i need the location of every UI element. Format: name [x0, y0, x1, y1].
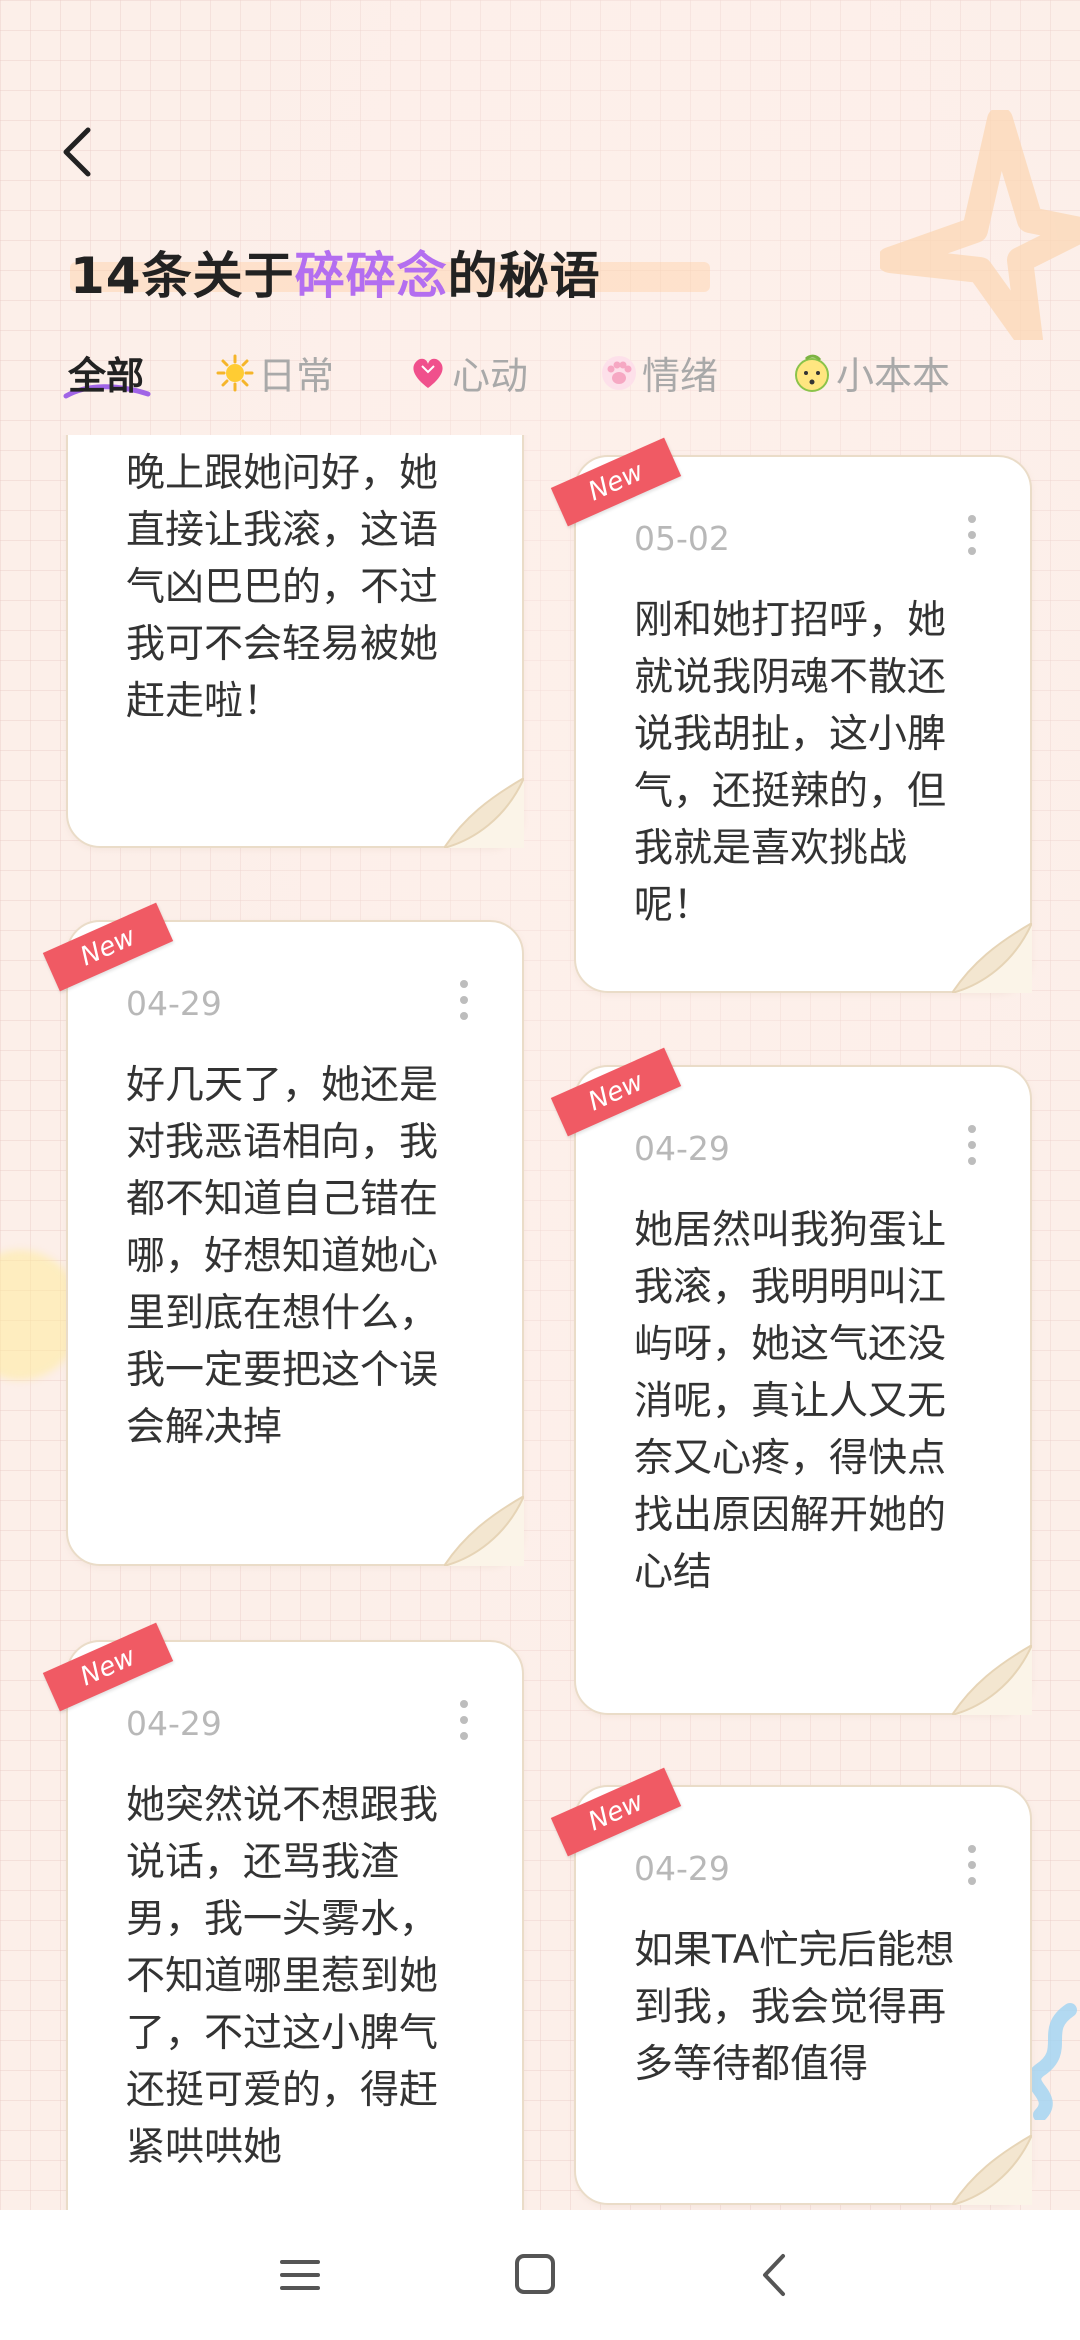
more-options-icon[interactable]: [964, 1125, 980, 1173]
tab-all[interactable]: 全部: [63, 345, 151, 400]
back-triangle-icon: [763, 2254, 785, 2296]
tab-label: 情绪: [642, 354, 719, 398]
note-card[interactable]: New 04-29 她居然叫我狗蛋让我滚，我明明叫江屿呀，她这气还没消呢，真让人…: [550, 1047, 1032, 1715]
page-curl-decoration: [952, 923, 1032, 993]
tab-label: 心动: [452, 354, 529, 398]
new-badge: New: [550, 1767, 682, 1857]
page-title: 14条关于碎碎念的秘语: [70, 236, 601, 308]
page-curl-decoration: [444, 778, 524, 848]
star-decoration: [880, 110, 1080, 340]
note-date: 04-29: [126, 1704, 222, 1743]
system-back-button[interactable]: [745, 2250, 805, 2300]
note-date: 04-29: [634, 1849, 730, 1888]
face-icon: [795, 354, 829, 392]
note-text: 好几天了，她还是对我恶语相向，我都不知道自己错在哪，好想知道她心里到底在想什么，…: [126, 1063, 439, 1450]
page-curl-decoration: [444, 1496, 524, 1566]
tab-label: 小本本: [836, 354, 951, 398]
more-options-icon[interactable]: [964, 1845, 980, 1893]
sun-icon: [216, 354, 254, 391]
category-tabs: 全部 日常 心动 情绪 小本本: [63, 345, 1068, 405]
tab-daily[interactable]: 日常: [216, 345, 334, 400]
menu-icon: [280, 2260, 320, 2290]
tab-label: 全部: [68, 354, 145, 398]
note-text: 刚和她打招呼，她就说我阴魂不散还说我胡扯，这小脾气，还挺辣的，但我就是喜欢挑战呢…: [634, 598, 947, 928]
more-options-icon[interactable]: [964, 515, 980, 563]
title-suffix: 的秘语: [447, 247, 601, 305]
paw-icon: [602, 355, 636, 390]
page-curl-decoration: [952, 2135, 1032, 2205]
note-card[interactable]: 晚上跟她问好，她直接让我滚，这语气凶巴巴的，不过我可不会轻易被她赶走啦！: [66, 435, 524, 848]
more-options-icon[interactable]: [456, 980, 472, 1028]
tab-notebook[interactable]: 小本本: [792, 345, 950, 400]
new-badge: New: [550, 437, 682, 527]
new-badge: New: [42, 1622, 174, 1712]
system-navigation-bar: [0, 2210, 1080, 2340]
tab-label: 日常: [258, 354, 335, 398]
note-card[interactable]: New 04-29 她突然说不想跟我说话，还骂我渣男，我一头雾水，不知道哪里惹到…: [42, 1622, 524, 2210]
heart-icon: [413, 358, 443, 388]
note-card[interactable]: New 04-29 好几天了，她还是对我恶语相向，我都不知道自己错在哪，好想知道…: [42, 902, 524, 1566]
chevron-left-icon: [63, 127, 91, 177]
tab-mood[interactable]: 情绪: [600, 345, 718, 400]
menu-button[interactable]: [270, 2250, 330, 2300]
note-card[interactable]: New 05-02 刚和她打招呼，她就说我阴魂不散还说我胡扯，这小脾气，还挺辣的…: [550, 437, 1032, 993]
more-options-icon[interactable]: [456, 1700, 472, 1748]
note-text: 晚上跟她问好，她直接让我滚，这语气凶巴巴的，不过我可不会轻易被她赶走啦！: [126, 451, 439, 724]
home-button[interactable]: [505, 2250, 565, 2300]
tab-crush[interactable]: 心动: [408, 345, 528, 400]
back-button[interactable]: [50, 120, 110, 180]
note-feed: 晚上跟她问好，她直接让我滚，这语气凶巴巴的，不过我可不会轻易被她赶走啦！ New…: [0, 435, 1080, 2210]
note-text: 她突然说不想跟我说话，还骂我渣男，我一头雾水，不知道哪里惹到她了，不过这小脾气还…: [126, 1783, 439, 2170]
square-home-icon: [515, 2254, 555, 2294]
note-text: 她居然叫我狗蛋让我滚，我明明叫江屿呀，她这气还没消呢，真让人又无奈又心疼，得快点…: [634, 1208, 947, 1595]
new-badge: New: [42, 902, 174, 992]
note-card[interactable]: New 04-29 如果TA忙完后能想到我，我会觉得再多等待都值得: [550, 1767, 1032, 2205]
page-curl-decoration: [952, 1645, 1032, 1715]
title-prefix: 14条关于: [70, 247, 295, 305]
note-date: 05-02: [634, 519, 730, 558]
new-badge: New: [550, 1047, 682, 1137]
note-text: 如果TA忙完后能想到我，我会觉得再多等待都值得: [634, 1928, 955, 2087]
note-date: 04-29: [634, 1129, 730, 1168]
note-date: 04-29: [126, 984, 222, 1023]
title-highlight: 碎碎念: [294, 247, 448, 305]
